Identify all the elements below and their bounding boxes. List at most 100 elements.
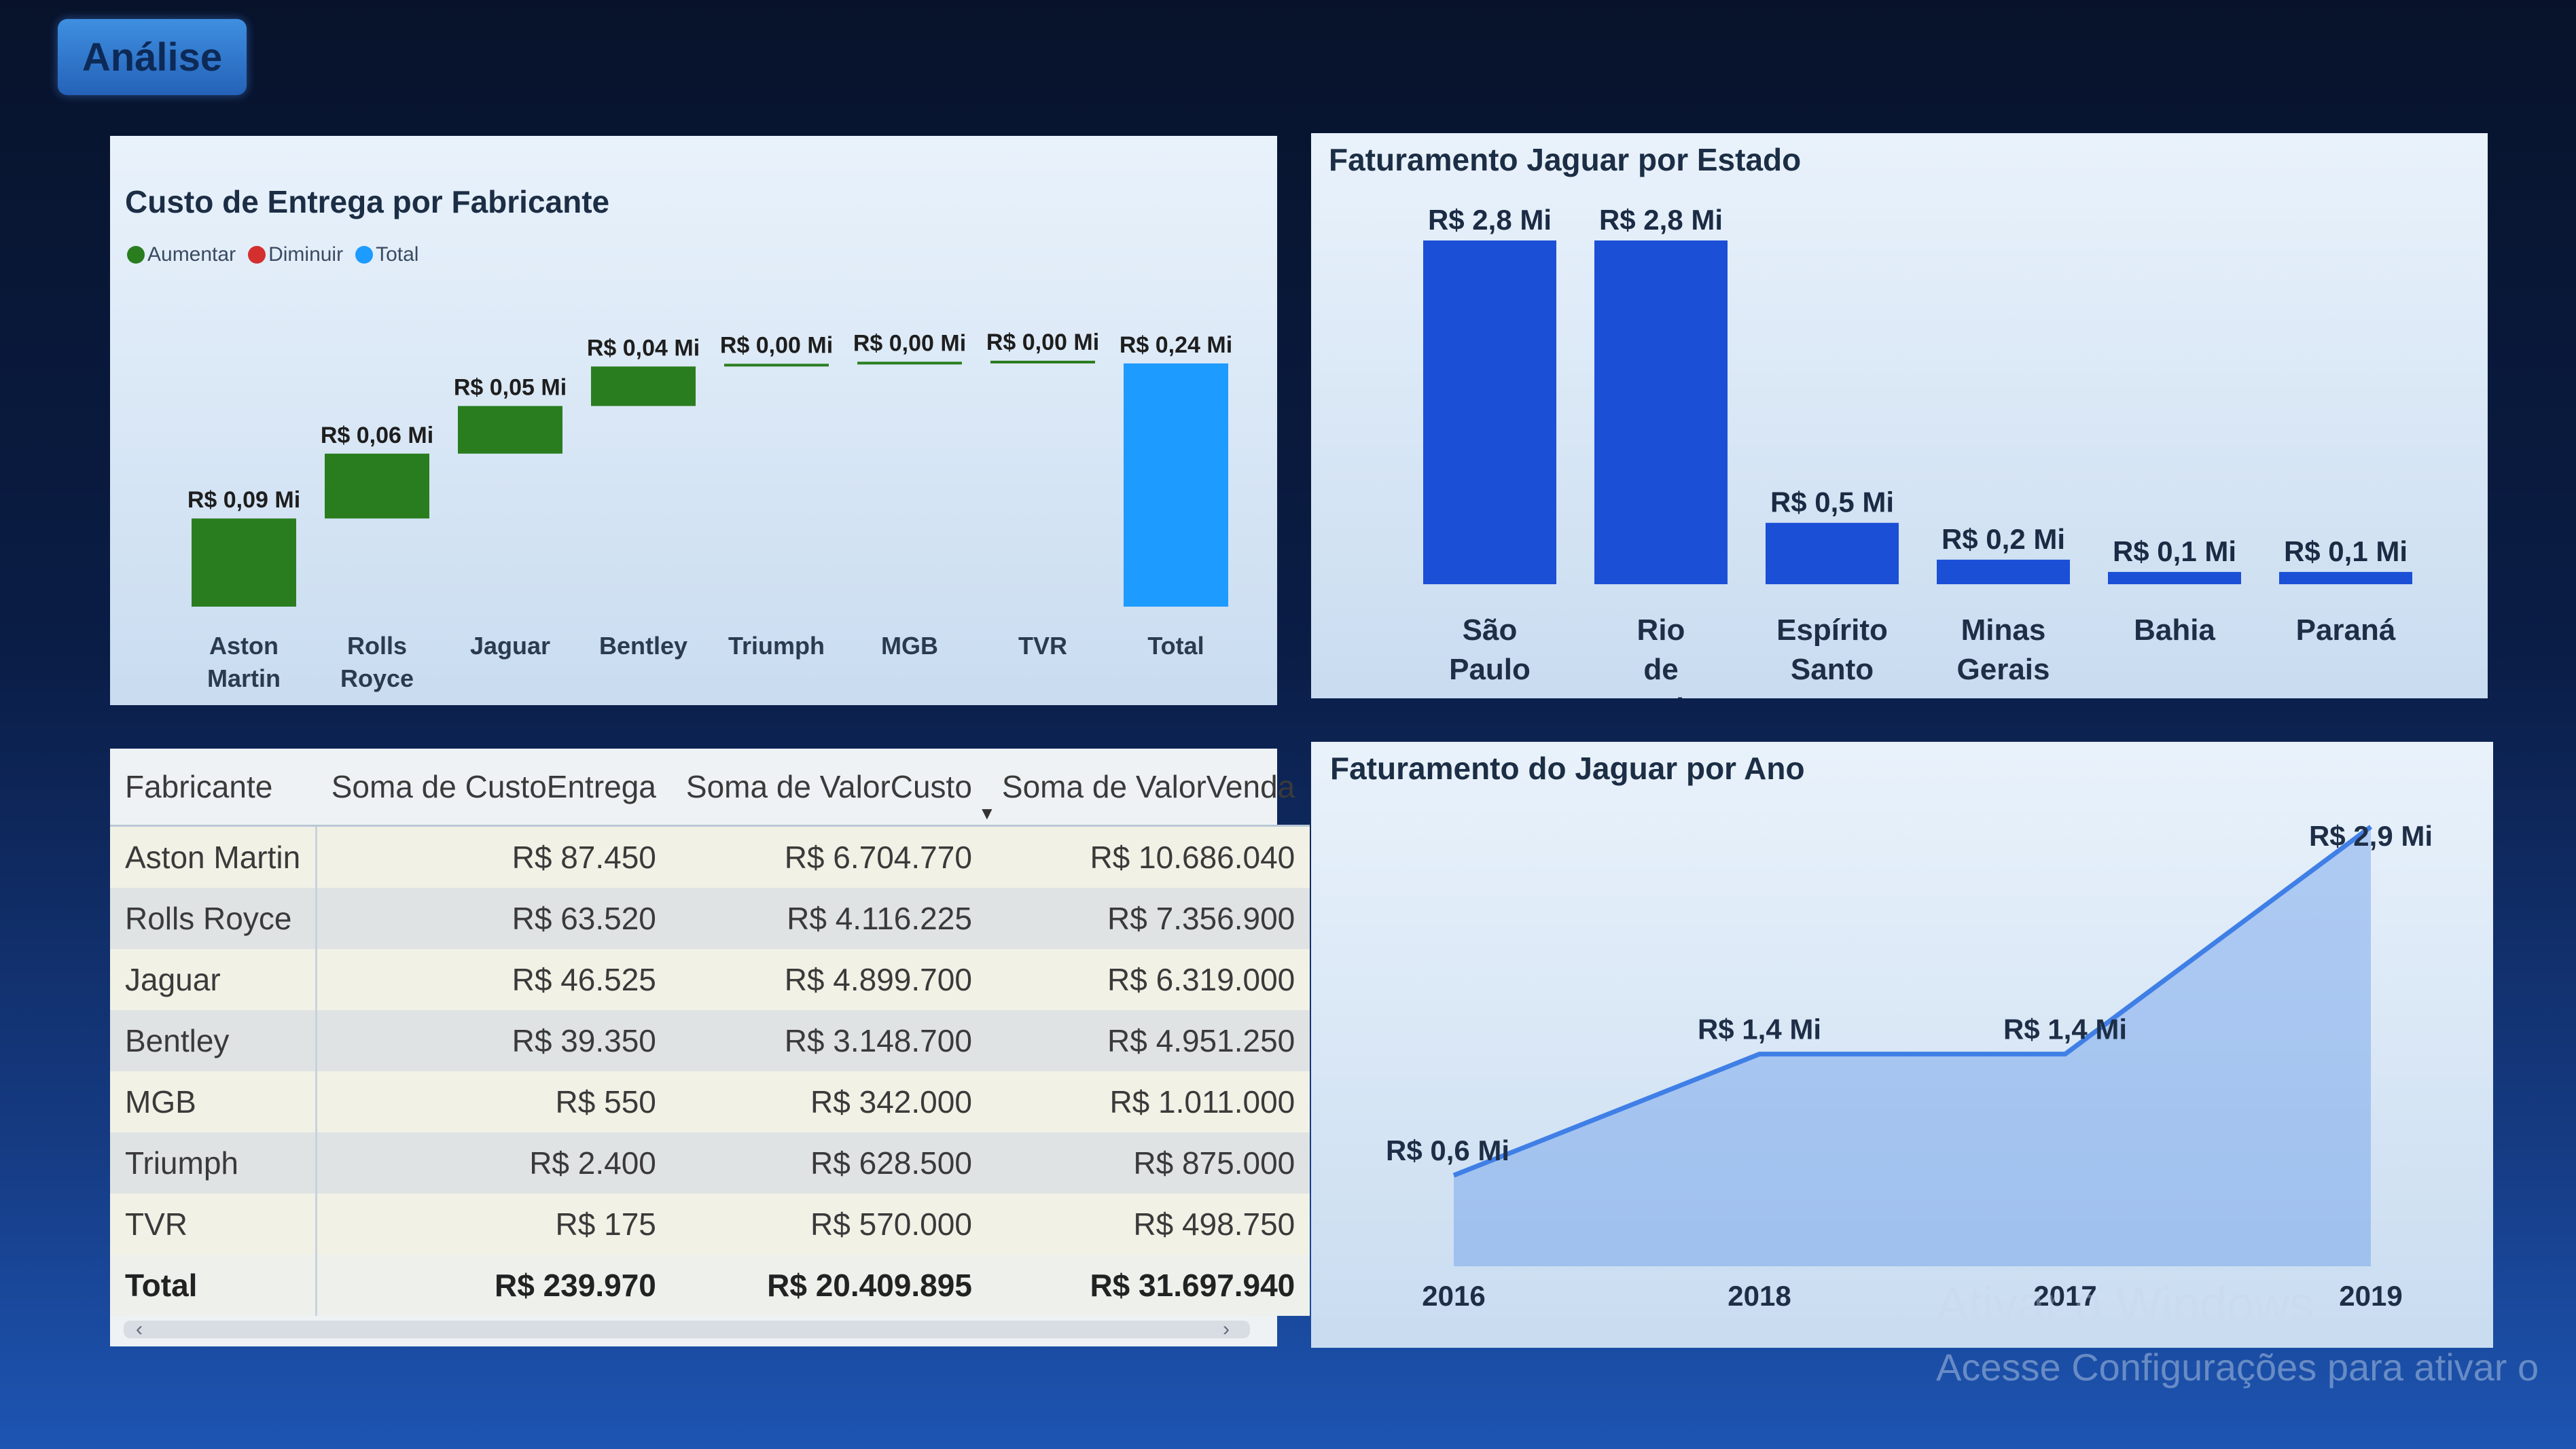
state-bar xyxy=(2279,571,2412,584)
waterfall-category-label: Jaguar xyxy=(470,632,550,660)
year-data-label: R$ 2,9 Mi xyxy=(2309,820,2433,852)
cell-fabricante: Bentley xyxy=(110,1010,318,1071)
total-valor-custo: R$ 20.409.895 xyxy=(670,1255,987,1316)
table-row[interactable]: MGB R$ 550 R$ 342.000 R$ 1.011.000 xyxy=(110,1071,1310,1132)
scroll-left-icon[interactable]: ‹ xyxy=(136,1318,143,1341)
waterfall-bar xyxy=(325,453,429,519)
state-category-label: Rio xyxy=(1637,613,1685,647)
data-table: Fabricante Soma de CustoEntrega Soma de … xyxy=(110,749,1310,1316)
cell-custo-entrega: R$ 175 xyxy=(316,1194,671,1255)
waterfall-bar xyxy=(990,361,1095,363)
horizontal-scrollbar[interactable] xyxy=(124,1321,1250,1338)
state-category-label: Minas xyxy=(1961,613,2046,647)
waterfall-data-label: R$ 0,04 Mi xyxy=(587,335,700,361)
year-area-panel[interactable]: Faturamento do Jaguar por Ano 2016 2018 20… xyxy=(1311,742,2493,1348)
scroll-right-icon[interactable]: › xyxy=(1223,1318,1230,1341)
cell-fabricante: TVR xyxy=(110,1194,318,1255)
state-bar xyxy=(1937,559,2070,584)
year-tick-label: 2019 xyxy=(2339,1280,2402,1312)
year-tick-label: 2018 xyxy=(1728,1280,1791,1312)
cell-valor-venda: R$ 6.319.000 xyxy=(986,949,1310,1010)
waterfall-data-label: R$ 0,09 Mi xyxy=(187,487,300,513)
year-data-label: R$ 0,6 Mi xyxy=(1386,1134,1509,1166)
table-row[interactable]: Jaguar R$ 46.525 R$ 4.899.700 R$ 6.319.000 xyxy=(110,949,1310,1010)
state-category-label: Espírito xyxy=(1776,613,1888,647)
total-valor-venda: R$ 31.697.940 xyxy=(986,1255,1310,1316)
cell-fabricante: Triumph xyxy=(110,1132,318,1194)
state-category-label: Santo xyxy=(1791,653,1874,686)
table-row[interactable]: Aston Martin R$ 87.450 R$ 6.704.770 R$ 10.6… xyxy=(110,825,1310,888)
waterfall-category-label: TVR xyxy=(1018,632,1067,660)
state-bar-panel[interactable]: Faturamento Jaguar por Estado R$ 2,8 Mi S… xyxy=(1311,133,2488,698)
state-data-label: R$ 0,1 Mi xyxy=(2113,535,2236,567)
total-fabricante: Total xyxy=(110,1255,318,1316)
year-tick-label: 2016 xyxy=(1422,1280,1485,1312)
cell-fabricante: MGB xyxy=(110,1071,318,1132)
waterfall-data-label: R$ 0,05 Mi xyxy=(454,375,567,401)
cell-valor-custo: R$ 570.000 xyxy=(670,1194,987,1255)
col-header-fabricante[interactable]: Fabricante xyxy=(110,749,317,827)
state-bar xyxy=(2108,571,2241,584)
cell-valor-custo: R$ 4.116.225 xyxy=(670,888,987,949)
table-row[interactable]: TVR R$ 175 R$ 570.000 R$ 498.750 xyxy=(110,1194,1310,1255)
waterfall-category-label: Total xyxy=(1147,632,1204,660)
cell-valor-custo: R$ 4.899.700 xyxy=(670,949,987,1010)
cell-custo-entrega: R$ 63.520 xyxy=(316,888,671,949)
sort-desc-icon[interactable]: ▼ xyxy=(978,803,996,824)
waterfall-bar xyxy=(591,366,696,406)
cell-fabricante: Jaguar xyxy=(110,949,318,1010)
state-data-label: R$ 0,1 Mi xyxy=(2284,535,2408,567)
state-category-label: Paraná xyxy=(2296,613,2396,647)
cell-valor-custo: R$ 628.500 xyxy=(670,1132,987,1194)
table-header-row: Fabricante Soma de CustoEntrega Soma de … xyxy=(110,749,1310,827)
year-area-chart: 2016 2018 2017 2019R$ 0,6 MiR$ 1,4 Mi R$ 1,4… xyxy=(1386,820,2433,1312)
state-category-label: Bahia xyxy=(2134,613,2215,647)
waterfall-bar xyxy=(192,518,296,607)
year-data-label: R$ 1,4 Mi xyxy=(2003,1014,2127,1045)
col-header-valor-custo[interactable]: Soma de ValorCusto xyxy=(670,749,987,827)
cell-valor-custo: R$ 3.148.700 xyxy=(670,1010,987,1071)
cell-fabricante: Rolls Royce xyxy=(110,888,318,949)
state-category-label: São xyxy=(1463,613,1518,647)
cell-valor-venda: R$ 10.686.040 xyxy=(986,825,1310,888)
waterfall-bar xyxy=(458,406,562,454)
state-data-label: R$ 0,5 Mi xyxy=(1770,486,1894,518)
windows-activation-watermark: Ativar o Windows xyxy=(1936,1278,2314,1332)
waterfall-data-label: R$ 0,24 Mi xyxy=(1120,332,1232,358)
state-bar xyxy=(1594,240,1728,584)
cell-custo-entrega: R$ 39.350 xyxy=(316,1010,671,1071)
cell-valor-venda: R$ 7.356.900 xyxy=(986,888,1310,949)
table-row[interactable]: Triumph R$ 2.400 R$ 628.500 R$ 875.000 xyxy=(110,1132,1310,1194)
col-header-custo-entrega[interactable]: Soma de CustoEntrega xyxy=(316,749,671,827)
state-data-label: R$ 0,2 Mi xyxy=(1942,523,2065,555)
cell-valor-custo: R$ 342.000 xyxy=(670,1071,987,1132)
waterfall-bar xyxy=(1124,363,1228,607)
waterfall-panel[interactable]: Custo de Entrega por Fabricante Aumentar… xyxy=(110,136,1277,705)
waterfall-bar xyxy=(857,361,962,365)
waterfall-category-label: MGB xyxy=(881,632,938,660)
waterfall-category-label: Bentley xyxy=(599,632,687,660)
total-custo-entrega: R$ 239.970 xyxy=(316,1255,671,1316)
cell-valor-venda: R$ 1.011.000 xyxy=(986,1071,1310,1132)
cell-valor-venda: R$ 4.951.250 xyxy=(986,1010,1310,1071)
table-row[interactable]: Rolls Royce R$ 63.520 R$ 4.116.225 R$ 7.356… xyxy=(110,888,1310,949)
state-category-label: Gerais xyxy=(1957,653,2050,686)
waterfall-chart: R$ 0,09 Mi Aston Martin R$ 0,06 Mi Rolls Royc… xyxy=(187,329,1232,692)
waterfall-data-label: R$ 0,06 Mi xyxy=(321,423,433,448)
tab-analise[interactable]: Análise xyxy=(58,19,247,95)
cell-fabricante: Aston Martin xyxy=(110,825,318,888)
cell-valor-custo: R$ 6.704.770 xyxy=(670,825,987,888)
cell-custo-entrega: R$ 2.400 xyxy=(316,1132,671,1194)
waterfall-category-label: Aston xyxy=(209,632,279,660)
waterfall-category-label: Triumph xyxy=(728,632,825,660)
table-row[interactable]: Bentley R$ 39.350 R$ 3.148.700 R$ 4.951.250 xyxy=(110,1010,1310,1071)
year-data-label: R$ 1,4 Mi xyxy=(1698,1014,1821,1045)
waterfall-data-label: R$ 0,00 Mi xyxy=(853,330,966,356)
waterfall-data-label: R$ 0,00 Mi xyxy=(986,329,1099,355)
state-bar-chart: R$ 2,8 Mi São Paulo R$ 2,8 Mi Rio de Janeiro R$… xyxy=(1423,204,2412,698)
state-category-label: de xyxy=(1643,653,1678,686)
state-data-label: R$ 2,8 Mi xyxy=(1599,204,1723,236)
waterfall-category-label: Martin xyxy=(207,664,281,692)
table-panel[interactable]: Fabricante Soma de CustoEntrega Soma de … xyxy=(110,749,1310,1346)
col-header-valor-venda[interactable]: Soma de ValorVenda xyxy=(986,749,1310,827)
